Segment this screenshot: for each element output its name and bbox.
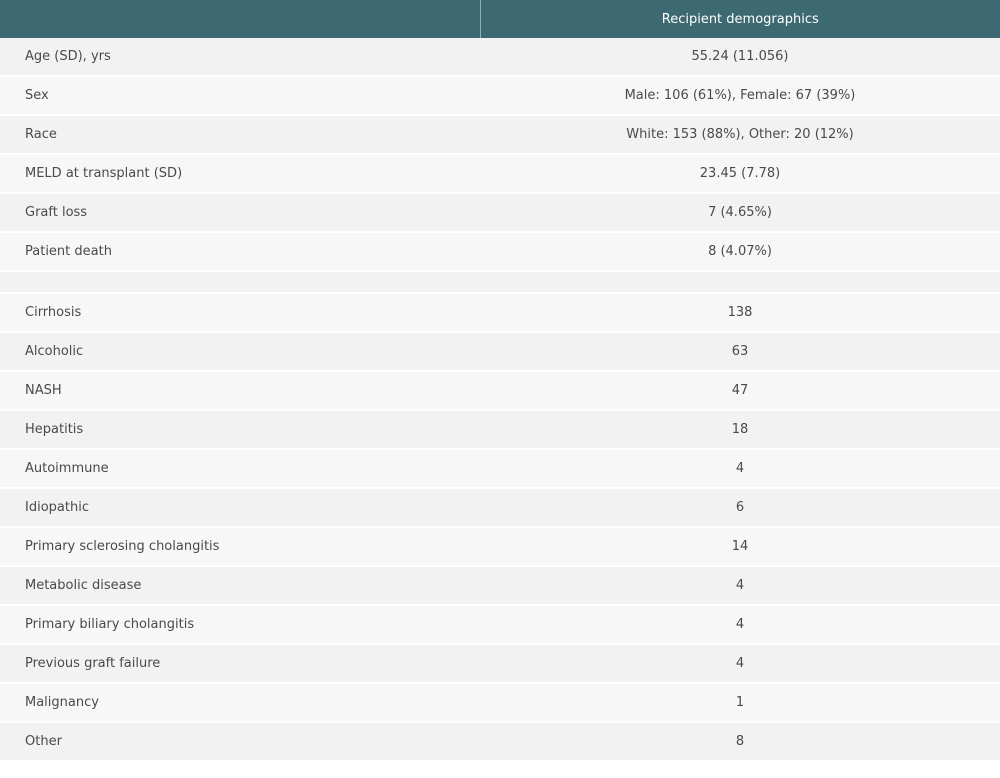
row-value: 23.45 (7.78) [480,154,1000,194]
row-label: Cirrhosis [0,293,480,333]
row-label: Alcoholic [0,332,480,372]
row-label: MELD at transplant (SD) [0,154,480,194]
row-value: 8 [480,722,1000,762]
table-row: Other 8 [0,722,1000,762]
row-value: 55.24 (11.056) [480,38,1000,77]
row-label: Primary biliary cholangitis [0,605,480,645]
row-value: Male: 106 (61%), Female: 67 (39%) [480,76,1000,116]
row-label: Hepatitis [0,410,480,450]
table-row: Previous graft failure 4 [0,644,1000,684]
row-label [0,271,480,294]
row-label: Race [0,115,480,155]
table-row: Hepatitis 18 [0,410,1000,450]
row-value: 4 [480,605,1000,645]
table-spacer-row [0,271,1000,294]
table-row: Graft loss 7 (4.65%) [0,193,1000,233]
header-row: Recipient demographics [0,0,1000,38]
row-value: 4 [480,449,1000,489]
table-row: MELD at transplant (SD) 23.45 (7.78) [0,154,1000,194]
row-label: NASH [0,371,480,411]
row-label: Graft loss [0,193,480,233]
table-row: Patient death 8 (4.07%) [0,232,1000,272]
header-cell-recipient-demographics: Recipient demographics [480,0,1000,38]
row-label: Patient death [0,232,480,272]
row-label: Autoimmune [0,449,480,489]
row-label: Idiopathic [0,488,480,528]
table-body: Age (SD), yrs 55.24 (11.056) Sex Male: 1… [0,38,1000,762]
header-cell-label [0,0,481,38]
row-value: 47 [480,371,1000,411]
row-value: 7 (4.65%) [480,193,1000,233]
table-row: NASH 47 [0,371,1000,411]
table-row: Sex Male: 106 (61%), Female: 67 (39%) [0,76,1000,116]
row-label: Metabolic disease [0,566,480,606]
row-value: 138 [480,293,1000,333]
row-value: 63 [480,332,1000,372]
row-label: Age (SD), yrs [0,38,480,77]
row-value: 1 [480,683,1000,723]
table-row: Malignancy 1 [0,683,1000,723]
row-value [480,271,1000,294]
table-row: Primary biliary cholangitis 4 [0,605,1000,645]
table-row: Race White: 153 (88%), Other: 20 (12%) [0,115,1000,155]
row-value: 4 [480,566,1000,606]
row-label: Other [0,722,480,762]
row-value: 14 [480,527,1000,567]
table-header: Recipient demographics [0,0,1000,38]
table-row: Metabolic disease 4 [0,566,1000,606]
table-row: Idiopathic 6 [0,488,1000,528]
row-label: Malignancy [0,683,480,723]
table-row: Cirrhosis 138 [0,293,1000,333]
row-label: Previous graft failure [0,644,480,684]
table-row: Primary sclerosing cholangitis 14 [0,527,1000,567]
row-value: 6 [480,488,1000,528]
row-value: White: 153 (88%), Other: 20 (12%) [480,115,1000,155]
row-value: 8 (4.07%) [480,232,1000,272]
row-label: Primary sclerosing cholangitis [0,527,480,567]
row-value: 18 [480,410,1000,450]
table-row: Autoimmune 4 [0,449,1000,489]
table-row: Age (SD), yrs 55.24 (11.056) [0,38,1000,77]
table-row: Alcoholic 63 [0,332,1000,372]
row-label: Sex [0,76,480,116]
demographics-table: Recipient demographics Age (SD), yrs 55.… [0,0,1000,762]
row-value: 4 [480,644,1000,684]
